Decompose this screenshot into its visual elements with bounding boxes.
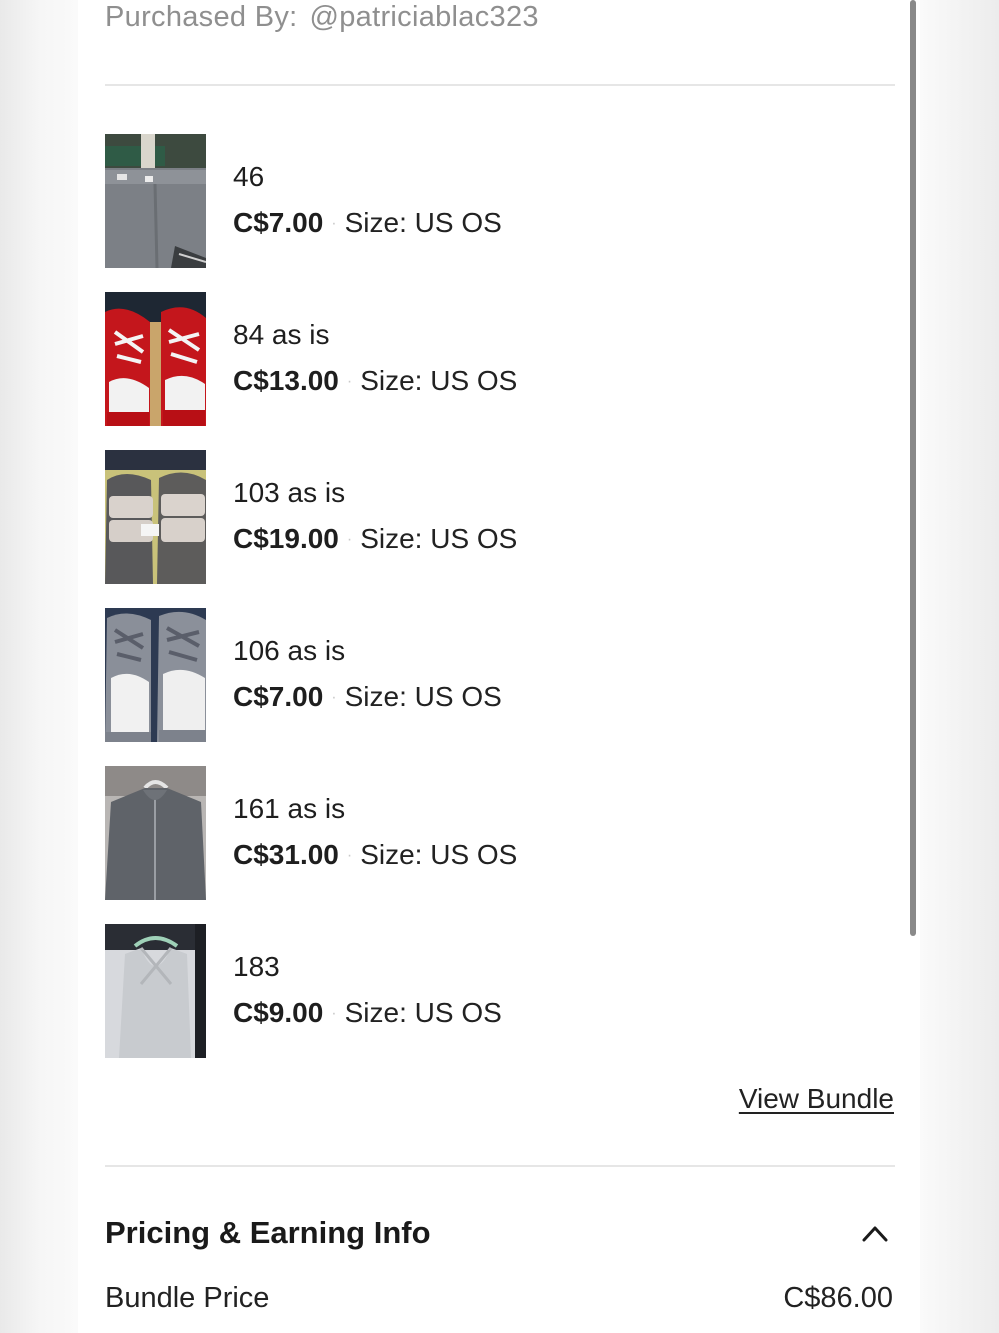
item-price: C$7.00 xyxy=(233,207,324,238)
separator-dot: · xyxy=(346,373,353,390)
bundle-item-161[interactable]: 161 as is C$31.00 · Size: US OS xyxy=(105,766,895,900)
bundle-item-183[interactable]: 183 C$9.00 · Size: US OS xyxy=(105,924,895,1058)
bundle-item-106[interactable]: 106 as is C$7.00 · Size: US OS xyxy=(105,608,895,742)
item-name: 161 as is xyxy=(233,793,346,824)
item-price: C$9.00 xyxy=(233,997,324,1028)
item-size: Size: US OS xyxy=(344,681,502,712)
item-price-row: C$31.00 · Size: US OS xyxy=(233,838,517,877)
divider xyxy=(105,84,895,86)
bundle-price-label: Bundle Price xyxy=(105,1282,270,1314)
pricing-section-title[interactable]: Pricing & Earning Info xyxy=(105,1214,431,1252)
item-name: 103 as is xyxy=(233,477,346,508)
item-price-row: C$9.00 · Size: US OS xyxy=(233,996,502,1035)
divider xyxy=(105,1165,895,1167)
item-price: C$7.00 xyxy=(233,681,324,712)
item-thumbnail[interactable] xyxy=(105,292,206,426)
item-thumbnail[interactable] xyxy=(105,766,206,900)
item-size: Size: US OS xyxy=(360,523,518,554)
separator-dot: · xyxy=(346,847,353,864)
purchased-by-label: Purchased By: xyxy=(105,1,298,33)
separator-dot: · xyxy=(331,215,337,232)
item-thumbnail[interactable] xyxy=(105,608,206,742)
view-bundle-link[interactable]: View Bundle xyxy=(739,1082,894,1116)
item-price: C$13.00 xyxy=(233,365,339,396)
item-price: C$19.00 xyxy=(233,523,339,554)
item-size: Size: US OS xyxy=(360,839,518,870)
item-thumbnail[interactable] xyxy=(105,450,206,584)
item-name: 84 as is xyxy=(233,319,330,350)
item-price-row: C$7.00 · Size: US OS xyxy=(233,680,502,719)
item-size: Size: US OS xyxy=(360,365,518,396)
separator-dot: · xyxy=(346,531,353,548)
separator-dot: · xyxy=(331,1005,337,1022)
buyer-handle-link[interactable]: @patriciablac323 xyxy=(310,1,539,33)
separator-dot: · xyxy=(331,689,337,706)
item-name: 106 as is xyxy=(233,635,346,666)
item-thumbnail[interactable] xyxy=(105,924,206,1058)
item-size: Size: US OS xyxy=(344,997,502,1028)
bundle-price-value: C$86.00 xyxy=(783,1282,893,1314)
bundle-item-46[interactable]: 46 C$7.00 · Size: US OS xyxy=(105,134,895,268)
item-name: 183 xyxy=(233,951,280,982)
chevron-up-icon[interactable] xyxy=(860,1220,890,1246)
item-thumbnail[interactable] xyxy=(105,134,206,268)
item-size: Size: US OS xyxy=(344,207,502,238)
scrollbar[interactable] xyxy=(910,0,916,936)
item-name: 46 xyxy=(233,161,265,192)
bundle-item-103[interactable]: 103 as is C$19.00 · Size: US OS xyxy=(105,450,895,584)
item-price: C$31.00 xyxy=(233,839,339,870)
bundle-item-84[interactable]: 84 as is C$13.00 · Size: US OS xyxy=(105,292,895,426)
item-price-row: C$13.00 · Size: US OS xyxy=(233,364,517,403)
item-price-row: C$19.00 · Size: US OS xyxy=(233,522,517,561)
item-price-row: C$7.00 · Size: US OS xyxy=(233,206,502,245)
purchased-by: Purchased By: @patriciablac323 xyxy=(105,0,539,36)
